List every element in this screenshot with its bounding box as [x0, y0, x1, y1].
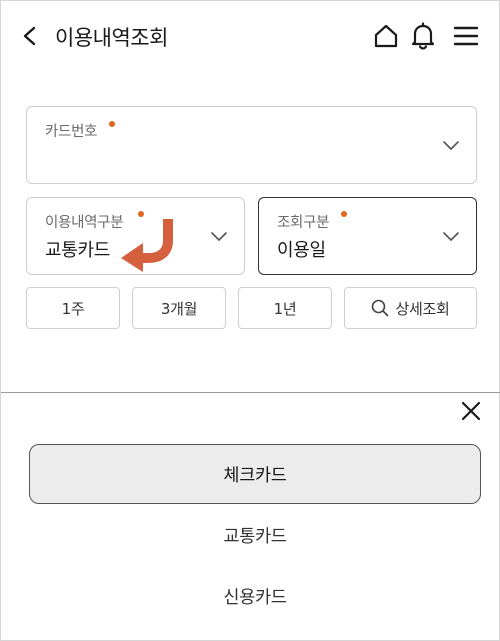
card-number-select[interactable]: 카드번호 [26, 106, 477, 184]
query-type-label: 조회구분 [277, 215, 330, 231]
required-dot [109, 121, 115, 127]
usage-type-value: 교통카드 [45, 240, 111, 261]
page-title: 이용내역조회 [55, 26, 168, 50]
required-dot [341, 211, 347, 217]
usage-history-screen: 이용내역조회 카드번호 이용내역구분 교통카드 조회구분 이용일 1주 3개월 … [0, 0, 500, 641]
back-icon [23, 26, 36, 46]
bottom-sheet-divider [1, 392, 500, 393]
period-3months-button[interactable]: 3개월 [132, 287, 226, 329]
back-button[interactable] [15, 21, 45, 51]
option-transit-card[interactable]: 교통카드 [29, 505, 481, 565]
option-credit-card[interactable]: 신용카드 [29, 566, 481, 626]
search-icon [372, 299, 389, 317]
usage-type-label: 이용내역구분 [45, 215, 124, 231]
app-header: 이용내역조회 [1, 1, 500, 71]
chevron-down-icon [443, 141, 459, 150]
notification-button[interactable] [408, 21, 438, 51]
chevron-down-icon [211, 232, 227, 241]
hamburger-menu-icon [453, 26, 479, 46]
home-button[interactable] [371, 21, 401, 51]
period-1week-button[interactable]: 1주 [26, 287, 120, 329]
close-button[interactable] [457, 397, 485, 425]
query-type-select[interactable]: 조회구분 이용일 [258, 197, 477, 275]
bell-icon [411, 22, 435, 50]
detail-search-button[interactable]: 상세조회 [344, 287, 477, 329]
period-1year-button[interactable]: 1년 [238, 287, 332, 329]
chevron-down-icon [443, 232, 459, 241]
card-number-label: 카드번호 [45, 124, 98, 140]
annotation-arrow-icon [121, 219, 173, 272]
option-check-card[interactable]: 체크카드 [29, 444, 481, 504]
query-type-value: 이용일 [277, 240, 326, 261]
close-icon [461, 401, 481, 421]
detail-search-label: 상세조회 [395, 299, 450, 318]
menu-button[interactable] [451, 21, 481, 51]
home-icon [374, 24, 398, 48]
